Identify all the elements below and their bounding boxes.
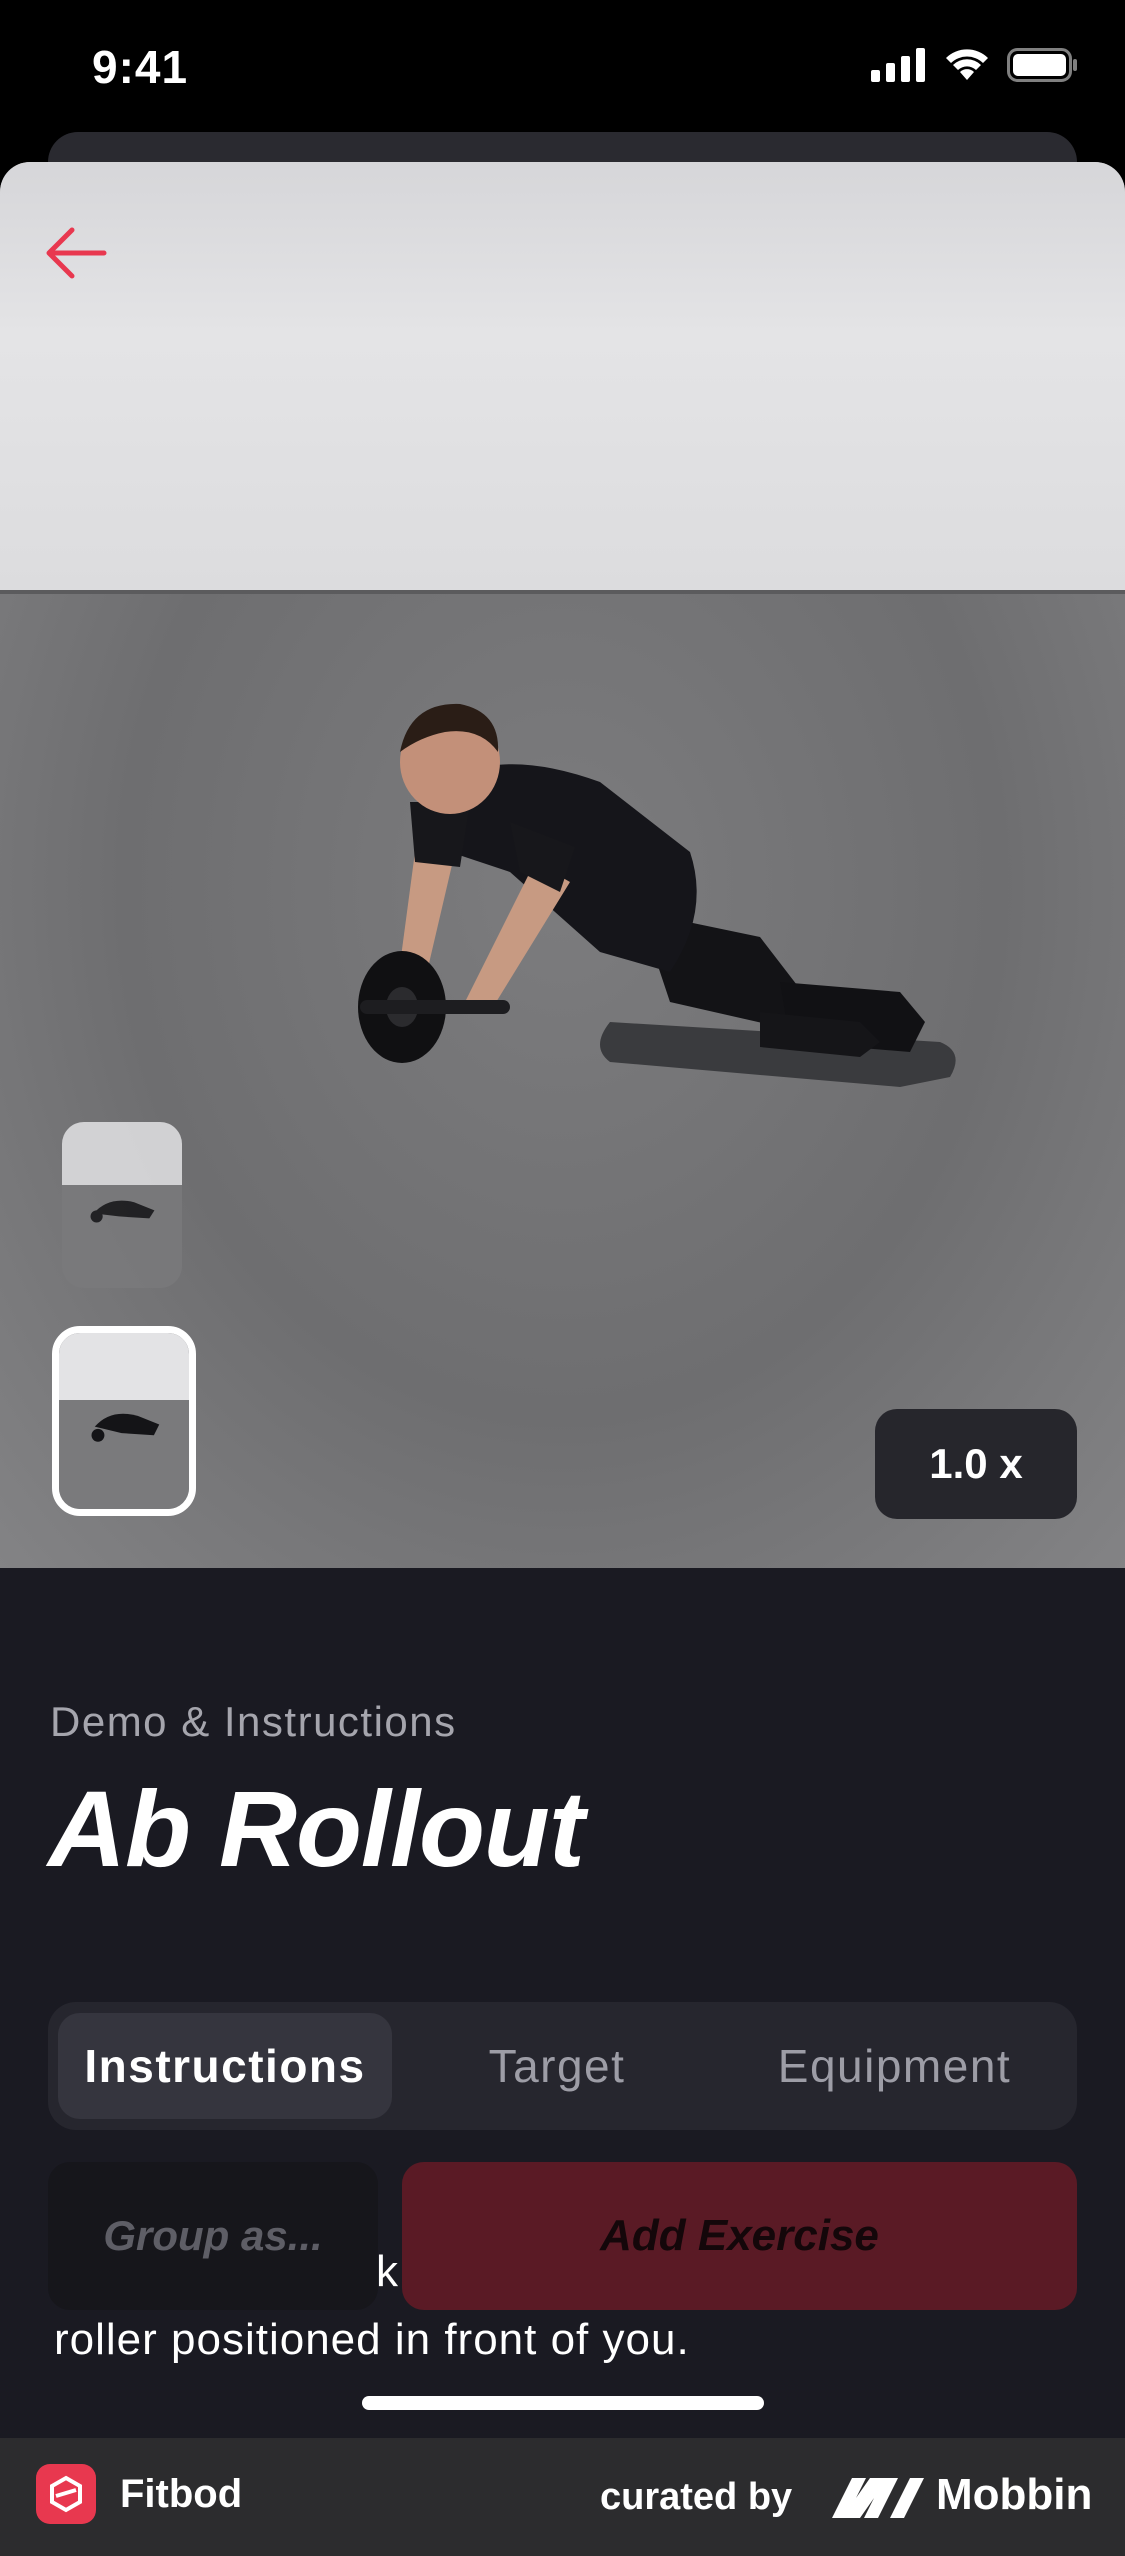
- attribution-bar: Fitbod curated by Mobbin: [0, 2438, 1125, 2556]
- section-subtitle: Demo & Instructions: [50, 1698, 457, 1745]
- exercise-video[interactable]: 1.0 x: [0, 162, 1125, 1568]
- mobbin-brand-name: Mobbin: [936, 2470, 1093, 2519]
- tab-equipment[interactable]: Equipment: [722, 2013, 1067, 2119]
- details-tab-bar: Instructions Target Equipment: [48, 2002, 1077, 2130]
- status-bar: 9:41: [0, 0, 1125, 140]
- battery-icon: [1007, 48, 1077, 82]
- app-name: Fitbod: [120, 2472, 243, 2516]
- video-angle-thumbnail-1[interactable]: [62, 1122, 182, 1288]
- tab-target[interactable]: Target: [392, 2013, 722, 2119]
- video-angle-thumbnail-2[interactable]: [52, 1326, 196, 1516]
- wifi-icon: [946, 49, 988, 80]
- thumbnail-figure-image: [90, 1201, 155, 1223]
- tab-instructions[interactable]: Instructions: [58, 2013, 392, 2119]
- curated-by-label: curated by: [600, 2476, 793, 2518]
- video-background-wall: [0, 162, 1125, 594]
- add-exercise-button[interactable]: Add Exercise: [402, 2162, 1077, 2310]
- thumbnail-figure-image: [91, 1414, 159, 1443]
- status-time: 9:41: [92, 41, 189, 93]
- playback-speed-button[interactable]: 1.0 x: [875, 1409, 1077, 1519]
- exercise-title: Ab Rollout: [48, 1768, 585, 1889]
- back-button[interactable]: [40, 217, 112, 289]
- exercise-details-panel: Demo & Instructions Ab Rollout Instructi…: [0, 1568, 1125, 2438]
- instructions-line-2: roller positioned in front of you.: [54, 2315, 690, 2364]
- status-icons: [871, 48, 1079, 82]
- home-indicator: [362, 2396, 764, 2410]
- mobbin-logo-icon: [832, 2478, 924, 2518]
- signal-icon: [871, 48, 925, 82]
- group-as-button[interactable]: Group as...: [48, 2162, 378, 2310]
- exercise-figure-image: [358, 703, 956, 1087]
- back-arrow-icon: [46, 227, 107, 279]
- fitbod-logo-icon: [36, 2464, 96, 2524]
